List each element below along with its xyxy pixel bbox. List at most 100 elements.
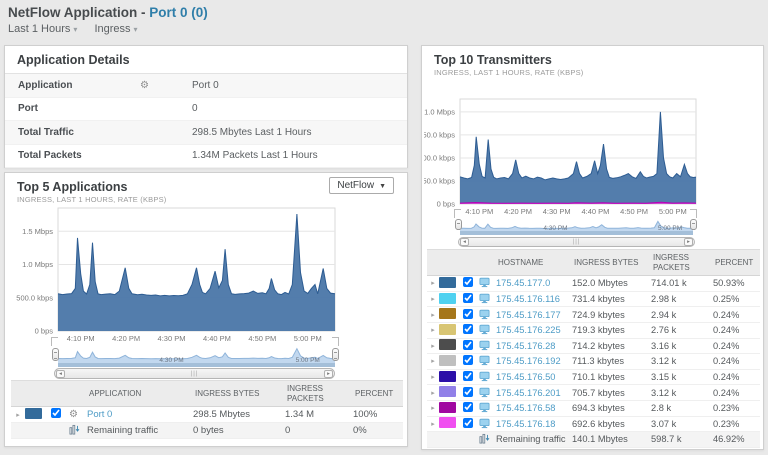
ingress-packets-cell: 0 [285,425,353,436]
row-expander-icon[interactable]: ▸ [427,295,439,303]
detail-value: 298.5 Mbytes Last 1 Hours [192,127,312,138]
ingress-packets-cell: 2.8 k [651,403,713,413]
remaining-traffic-row[interactable]: Remaining traffic0 bytes00% [11,423,403,439]
detail-label: Total Traffic [18,127,140,138]
chart-scrollbar[interactable]: ◂ ||| ▸ [458,237,695,247]
series-color-swatch [25,408,42,419]
top5-brush[interactable]: 4:30 PM5:00 PM [58,346,335,367]
entity-link[interactable]: Port 0 [87,409,112,420]
column-header[interactable]: PERCENT [353,386,403,402]
name-cell: 175.45.177.0 [496,278,572,288]
column-header[interactable]: INGRESS PACKETS [651,250,713,275]
entity-link[interactable]: 175.45.176.116 [496,294,560,304]
brush-handle-right[interactable] [690,219,697,230]
row-expander-icon[interactable]: ▸ [427,389,439,397]
table-row[interactable]: ▸175.45.177.0152.0 Mbytes714.01 k50.93% [427,276,760,292]
row-expander-icon[interactable]: ▸ [427,357,439,365]
series-color-swatch [439,339,456,350]
series-visibility-checkbox[interactable] [463,355,473,365]
top5-chart[interactable]: 0 bps500.0 kbps1.0 Mbps1.5 Mbps4:10 PM4:… [9,205,345,347]
column-header[interactable]: PERCENT [713,255,760,271]
table-row[interactable]: ▸175.45.176.18692.6 kbytes3.07 k0.23% [427,417,760,433]
row-expander-icon[interactable]: ▸ [427,342,439,350]
table-row[interactable]: ▸175.45.176.201705.7 kbytes3.12 k0.24% [427,385,760,401]
series-visibility-checkbox[interactable] [463,402,473,412]
brush-handle-left[interactable] [455,219,462,230]
entity-link[interactable]: 175.45.177.0 [496,278,550,288]
row-expander-icon[interactable]: ▸ [427,279,439,287]
top10-brush[interactable]: 4:30 PM5:00 PM [460,218,693,235]
name-cell: 175.45.176.50 [496,372,572,382]
entity-link[interactable]: 175.45.176.192 [496,356,561,366]
series-visibility-checkbox[interactable] [463,371,473,381]
scroll-right-button[interactable]: ▸ [324,370,333,378]
scroll-grip[interactable]: ||| [573,239,581,245]
column-header[interactable]: INGRESS BYTES [193,386,285,402]
column-header[interactable]: INGRESS PACKETS [285,381,353,406]
remaining-traffic-row[interactable]: Remaining traffic140.1 Mbytes598.7 k46.9… [427,432,760,448]
name-cell: 175.45.176.18 [496,419,572,429]
brush-bracket [690,209,697,218]
chart-scrollbar[interactable]: ◂ ||| ▸ [54,368,335,379]
row-expander-icon[interactable]: ▸ [11,411,25,419]
series-visibility-checkbox[interactable] [463,324,473,334]
brush-handle-left[interactable] [52,348,59,361]
series-visibility-checkbox[interactable] [463,293,473,303]
table-row[interactable]: ▸175.45.176.28714.2 kbytes3.16 k0.24% [427,339,760,355]
scroll-grip[interactable]: ||| [191,371,199,377]
row-expander-icon[interactable]: ▸ [427,311,439,319]
scroll-left-button[interactable]: ◂ [56,370,65,378]
column-header[interactable]: HOSTNAME [496,255,572,271]
page-title-link[interactable]: Port 0 (0) [149,5,208,20]
table-row[interactable]: ▸175.45.176.50710.1 kbytes3.15 k0.24% [427,370,760,386]
entity-link[interactable]: 175.45.176.18 [496,419,555,429]
table-row[interactable]: ▸175.45.176.225719.3 kbytes2.76 k0.24% [427,323,760,339]
percent-cell: 0.24% [713,325,760,335]
entity-link[interactable]: 175.45.176.201 [496,388,561,398]
series-visibility-checkbox[interactable] [51,408,61,418]
scroll-left-button[interactable]: ◂ [460,238,469,246]
icon-cell [479,309,496,321]
swatch-cell [439,308,463,321]
row-expander-icon[interactable]: ▸ [427,404,439,412]
detail-label: Application [18,80,140,91]
netflow-selector[interactable]: NetFlow▼ [329,177,394,194]
series-visibility-checkbox[interactable] [463,309,473,319]
table-row[interactable]: ▸175.45.176.116731.4 kbytes2.98 k0.25% [427,292,760,308]
series-visibility-checkbox[interactable] [463,418,473,428]
entity-link[interactable]: 175.45.176.177 [496,310,561,320]
entity-link[interactable]: 175.45.176.28 [496,341,555,351]
swatch-cell [439,339,463,352]
direction-dropdown[interactable]: Ingress▾ [94,23,137,35]
ingress-bytes-cell: 705.7 kbytes [572,388,651,398]
series-visibility-checkbox[interactable] [463,340,473,350]
entity-link[interactable]: 175.45.176.58 [496,403,555,413]
entity-link[interactable]: 175.45.176.225 [496,325,561,335]
entity-link[interactable]: 175.45.176.50 [496,372,555,382]
table-row[interactable]: ▸⚙Port 0298.5 Mbytes1.34 M100% [11,407,403,423]
row-expander-icon[interactable]: ▸ [427,373,439,381]
column-header[interactable]: INGRESS BYTES [572,255,651,271]
gear-icon: ⚙ [140,80,149,91]
time-range-dropdown[interactable]: Last 1 Hours▾ [8,23,77,35]
series-visibility-checkbox[interactable] [463,387,473,397]
series-visibility-checkbox[interactable] [463,277,473,287]
row-expander-icon[interactable]: ▸ [427,326,439,334]
column-header[interactable]: APPLICATION [87,386,193,402]
table-row[interactable]: ▸175.45.176.58694.3 kbytes2.8 k0.23% [427,401,760,417]
name-cell: 175.45.176.225 [496,325,572,335]
row-expander-icon[interactable]: ▸ [427,420,439,428]
table-row[interactable]: ▸175.45.176.177724.9 kbytes2.94 k0.24% [427,307,760,323]
svg-text:500.0 kbps: 500.0 kbps [424,153,455,162]
detail-value: 0 [192,103,198,114]
page-title: NetFlow Application - Port 0 (0) [8,5,208,20]
scroll-right-button[interactable]: ▸ [684,238,693,246]
top10-chart[interactable]: 0 bps250.0 kbps500.0 kbps750.0 kbps1.0 M… [424,96,702,218]
table-header: HOSTNAMEINGRESS BYTESINGRESS PACKETSPERC… [427,249,760,276]
table-row[interactable]: ▸175.45.176.192711.3 kbytes3.12 k0.24% [427,354,760,370]
host-monitor-icon [479,279,490,289]
brush-handle-right[interactable] [332,348,339,361]
svg-text:4:10 PM: 4:10 PM [465,207,493,216]
checkbox-cell [463,293,479,305]
ingress-bytes-cell: 719.3 kbytes [572,325,651,335]
